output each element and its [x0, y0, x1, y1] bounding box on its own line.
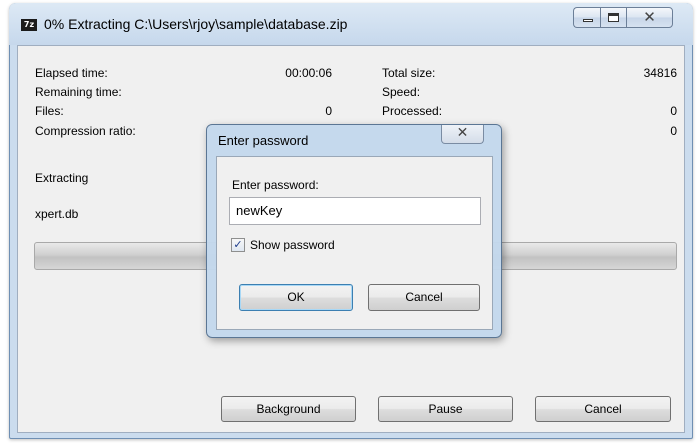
minimize-icon	[583, 19, 593, 22]
7zip-app-icon[interactable]: 7z	[21, 19, 37, 31]
cancel-button[interactable]: Cancel	[535, 396, 671, 422]
dialog-close-button[interactable]: ✕	[441, 125, 484, 144]
window-title: 0% Extracting C:\Users\rjoy\sample\datab…	[44, 16, 348, 32]
minimize-button[interactable]	[573, 7, 600, 28]
compression-ratio-label: Compression ratio:	[35, 124, 136, 138]
maximize-button[interactable]	[600, 7, 626, 28]
maximize-icon	[608, 13, 619, 22]
show-password-label[interactable]: Show password	[250, 238, 335, 252]
pause-button[interactable]: Pause	[378, 396, 513, 422]
window-close-button[interactable]: ✕	[626, 7, 673, 28]
remaining-time-label: Remaining time:	[35, 85, 122, 99]
total-size-label: Total size:	[382, 66, 436, 80]
show-password-checkbox[interactable]: ✓	[231, 238, 245, 252]
password-dialog-title: Enter password	[218, 133, 309, 148]
files-value: 0	[325, 104, 332, 118]
checkmark-icon: ✓	[233, 238, 243, 251]
ok-button[interactable]: OK	[239, 284, 353, 311]
speed-label: Speed:	[382, 85, 421, 99]
close-icon: ✕	[643, 8, 656, 26]
files-label: Files:	[35, 104, 64, 118]
processed-value: 0	[670, 104, 677, 118]
operation-status: Extracting	[35, 171, 89, 185]
current-file-name: xpert.db	[35, 207, 79, 221]
processed-label: Processed:	[382, 104, 443, 118]
elapsed-time-value: 00:00:06	[285, 66, 332, 80]
background-button[interactable]: Background	[221, 396, 356, 422]
dialog-cancel-button[interactable]: Cancel	[368, 284, 480, 311]
total-size-value: 34816	[643, 66, 677, 80]
compressed-size-value: 0	[670, 124, 677, 138]
elapsed-time-label: Elapsed time:	[35, 66, 108, 80]
close-icon: ✕	[456, 125, 469, 141]
password-input[interactable]: newKey	[229, 197, 481, 225]
password-field-label: Enter password:	[232, 178, 319, 192]
